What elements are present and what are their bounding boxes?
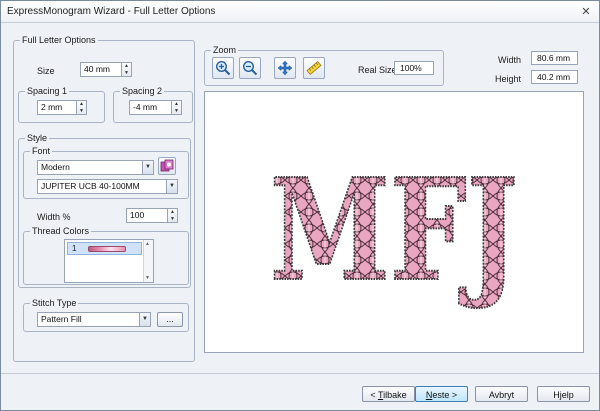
height-label: Height: [495, 74, 522, 84]
monogram-preview: MFJ: [269, 148, 519, 314]
spacing2-legend: Spacing 2: [120, 86, 165, 96]
stitch-type-select[interactable]: Pattern Fill: [37, 312, 140, 327]
spacing2-stepper[interactable]: ▲ ▼: [171, 100, 182, 115]
title-bar: ExpressMonogram Wizard - Full Letter Opt…: [1, 1, 599, 23]
back-button[interactable]: < Tilbake: [362, 386, 415, 402]
font-browser-icon: [160, 159, 174, 172]
window-title: ExpressMonogram Wizard - Full Letter Opt…: [7, 6, 216, 17]
scrollbar[interactable]: ▲ ▼: [143, 240, 153, 282]
chevron-down-icon[interactable]: ▼: [139, 312, 151, 327]
cancel-button[interactable]: Avbryt: [475, 386, 528, 402]
size-label: Size: [37, 66, 55, 76]
font-browser-button[interactable]: [158, 157, 176, 175]
width-label: Width: [498, 55, 522, 65]
size-stepper[interactable]: ▲ ▼: [121, 62, 132, 77]
zoom-out-icon: [242, 60, 258, 76]
spacing1-stepper[interactable]: ▲ ▼: [76, 100, 87, 115]
real-size-value: 100%: [394, 61, 434, 75]
width-value: 80.6 mm: [531, 51, 578, 65]
back-prefix: <: [370, 390, 378, 400]
pan-button[interactable]: [274, 57, 296, 79]
monogram-text: MFJ: [270, 149, 518, 313]
thread-color-number: 1: [72, 244, 77, 253]
stitch-type-legend: Stitch Type: [30, 298, 79, 308]
font-legend: Font: [30, 146, 53, 156]
back-rest: ilbake: [383, 390, 407, 400]
thread-color-swatch: [88, 246, 126, 252]
chevron-down-icon[interactable]: ▼: [166, 179, 178, 194]
pan-icon: [277, 60, 293, 76]
wizard-window: ExpressMonogram Wizard - Full Letter Opt…: [0, 0, 600, 411]
spacing2-input[interactable]: -4 mm: [129, 100, 172, 115]
help-button[interactable]: Hjelp: [537, 386, 590, 402]
spacing1-legend: Spacing 1: [25, 86, 70, 96]
width-percent-stepper[interactable]: ▲ ▼: [167, 208, 178, 223]
thread-colors-list[interactable]: 1 ▲ ▼: [64, 239, 154, 283]
stitch-type-options-button[interactable]: ...: [157, 312, 183, 327]
width-percent-input[interactable]: 100: [126, 208, 168, 223]
real-size-label: Real Size: [358, 65, 397, 75]
full-letter-options-legend: Full Letter Options: [20, 35, 98, 45]
zoom-out-button[interactable]: [239, 57, 261, 79]
spacing1-input[interactable]: 2 mm: [37, 100, 77, 115]
font-name-select[interactable]: JUPITER UCB 40-100MM: [37, 179, 167, 194]
style-legend: Style: [25, 133, 50, 143]
height-value: 40.2 mm: [531, 70, 578, 84]
zoom-legend: Zoom: [211, 45, 239, 55]
chevron-down-icon[interactable]: ▼: [142, 160, 154, 175]
footer-separator: [1, 373, 599, 374]
size-input[interactable]: 40 mm: [80, 62, 122, 77]
close-icon[interactable]: ✕: [579, 5, 593, 19]
zoom-in-icon: [215, 60, 231, 76]
next-rest: este >: [432, 390, 458, 400]
thread-colors-legend: Thread Colors: [30, 226, 92, 236]
real-size-icon: [306, 61, 322, 75]
real-size-button[interactable]: [303, 57, 325, 79]
preview-canvas[interactable]: MFJ: [204, 91, 584, 353]
list-item[interactable]: 1: [67, 242, 142, 255]
width-percent-label: Width %: [37, 212, 71, 222]
next-button[interactable]: Neste >: [415, 386, 468, 402]
zoom-in-button[interactable]: [212, 57, 234, 79]
font-family-select[interactable]: Modern: [37, 160, 143, 175]
